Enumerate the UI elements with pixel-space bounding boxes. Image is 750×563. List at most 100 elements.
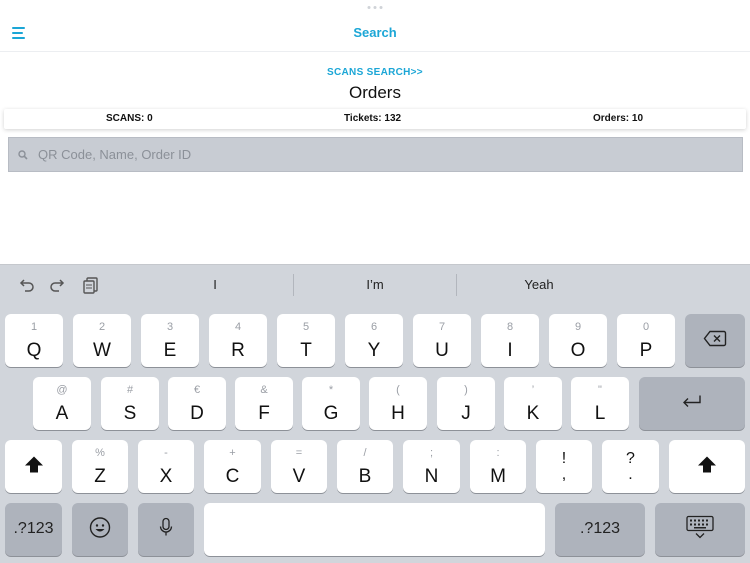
delete-key[interactable] — [685, 314, 745, 367]
key-exclamation-comma[interactable]: ! , — [536, 440, 592, 493]
key-hint: = — [295, 447, 303, 459]
shift-icon — [697, 455, 717, 478]
key-k[interactable]: ’ K — [504, 377, 562, 430]
prediction-divider — [456, 274, 457, 296]
key-z[interactable]: % Z — [72, 440, 128, 493]
key-label: Y — [367, 340, 381, 361]
key-hint: 9 — [574, 321, 582, 333]
keyboard-shortcut-bar: I I’m Yeah — [0, 265, 750, 305]
dictation-key[interactable] — [138, 503, 194, 556]
prediction-3[interactable]: Yeah — [464, 277, 614, 292]
key-label: L — [594, 403, 606, 424]
key-w[interactable]: 2W — [73, 314, 131, 367]
key-d[interactable]: € D — [168, 377, 226, 430]
redo-icon[interactable] — [48, 275, 68, 295]
key-f[interactable]: & F — [235, 377, 293, 430]
key-o[interactable]: 9O — [549, 314, 607, 367]
key-a[interactable]: @ A — [33, 377, 91, 430]
orders-count: Orders: 10 — [593, 113, 644, 124]
emoji-key[interactable] — [72, 503, 128, 556]
search-input[interactable] — [38, 147, 718, 162]
key-j[interactable]: ) J — [437, 377, 495, 430]
key-label: U — [435, 340, 449, 361]
shift-icon — [24, 455, 44, 478]
key-hint: & — [260, 384, 268, 396]
page-title: Orders — [349, 83, 401, 102]
key-b[interactable]: / B — [337, 440, 393, 493]
numbers-key-right[interactable]: .?123 — [555, 503, 645, 556]
prediction-1[interactable]: I — [140, 277, 290, 292]
key-hint: - — [164, 447, 168, 459]
key-c[interactable]: + C — [204, 440, 261, 493]
key-hint: 3 — [166, 321, 174, 333]
key-hint: * — [328, 384, 334, 396]
key-i[interactable]: 8I — [481, 314, 539, 367]
key-hint: 1 — [30, 321, 38, 333]
search-bar[interactable] — [8, 137, 743, 172]
return-icon — [680, 393, 704, 414]
key-label: W — [93, 340, 111, 361]
emoji-icon — [89, 516, 111, 543]
key-hint: ’ — [531, 384, 535, 396]
onscreen-keyboard: I I’m Yeah 1Q 2W 3E 4R 5T 6Y 7U 8I 9O 0P… — [0, 264, 750, 563]
key-s[interactable]: # S — [101, 377, 159, 430]
multitasking-grabber[interactable] — [367, 6, 383, 9]
stats-bar: SCANS: 0 Tickets: 132 Orders: 10 — [4, 109, 746, 129]
key-p[interactable]: 0P — [617, 314, 675, 367]
navigation-bar: Search — [0, 14, 750, 52]
space-bar[interactable] — [204, 503, 545, 556]
key-e[interactable]: 3E — [141, 314, 199, 367]
nav-title: Search — [353, 25, 397, 40]
key-label: G — [323, 403, 339, 424]
undo-icon[interactable] — [16, 275, 36, 295]
key-label: C — [225, 466, 240, 487]
key-question-period[interactable]: ? . — [602, 440, 659, 493]
key-hint: 2 — [98, 321, 106, 333]
key-hint: 4 — [234, 321, 242, 333]
key-x[interactable]: -X — [138, 440, 194, 493]
prediction-divider — [293, 274, 294, 296]
key-n[interactable]: ; N — [403, 440, 460, 493]
paste-icon[interactable] — [81, 275, 101, 295]
app-screen: Search SCANS SEARCH>> Orders SCANS: 0 Ti… — [0, 0, 750, 563]
key-h[interactable]: (H — [369, 377, 427, 430]
key-hint: 6 — [370, 321, 378, 333]
key-hint: / — [363, 447, 367, 459]
key-label: T — [300, 340, 312, 361]
key-label: A — [55, 403, 69, 424]
key-label: J — [461, 403, 471, 424]
key-q[interactable]: 1Q — [5, 314, 63, 367]
key-y[interactable]: 6Y — [345, 314, 403, 367]
key-l[interactable]: " L — [571, 377, 629, 430]
key-bottom-symbol: . — [628, 466, 633, 483]
hide-keyboard-key[interactable] — [655, 503, 745, 556]
numbers-key-label: .?123 — [13, 520, 54, 537]
key-hint: ( — [396, 384, 400, 396]
search-icon — [18, 149, 28, 160]
shift-key-right[interactable] — [669, 440, 745, 493]
key-v[interactable]: = V — [271, 440, 327, 493]
key-hint: # — [126, 384, 134, 396]
key-g[interactable]: * G — [302, 377, 360, 430]
key-t[interactable]: 5T — [277, 314, 335, 367]
shift-key-left[interactable] — [5, 440, 62, 493]
key-hint: " — [598, 384, 602, 396]
key-hint: 0 — [642, 321, 650, 333]
key-hint: + — [229, 447, 236, 459]
key-label: O — [570, 340, 586, 361]
key-u[interactable]: 7U — [413, 314, 471, 367]
key-m[interactable]: :M — [470, 440, 526, 493]
key-label: H — [391, 403, 405, 424]
key-bottom-symbol: , — [561, 466, 567, 483]
key-hint: : — [496, 447, 500, 459]
key-label: S — [123, 403, 137, 424]
prediction-2[interactable]: I’m — [300, 277, 450, 292]
numbers-key-left[interactable]: .?123 — [5, 503, 62, 556]
scans-search-link[interactable]: SCANS SEARCH>> — [0, 67, 750, 78]
key-hint: ) — [464, 384, 468, 396]
key-label: I — [507, 340, 513, 361]
key-r[interactable]: 4R — [209, 314, 267, 367]
tickets-count: Tickets: 132 — [344, 113, 402, 124]
return-key[interactable] — [639, 377, 745, 430]
key-label: D — [190, 403, 204, 424]
